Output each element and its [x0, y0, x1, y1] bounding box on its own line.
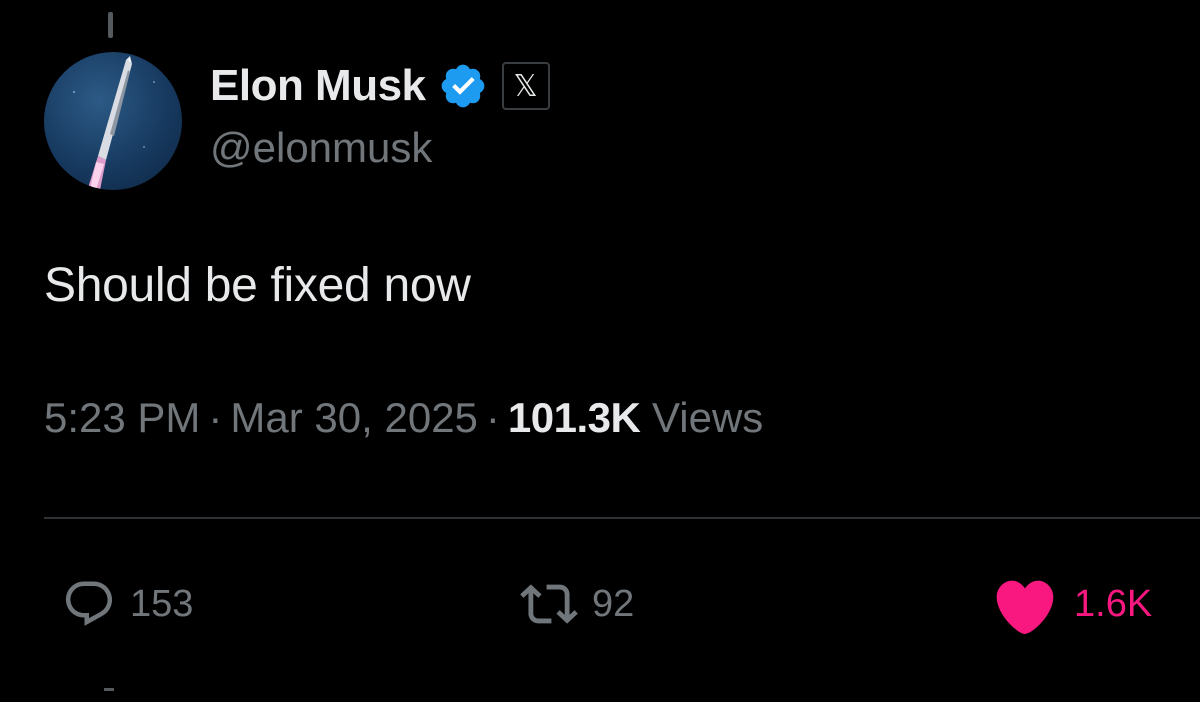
views-label: Views — [652, 394, 764, 441]
tweet-text: Should be fixed now — [44, 259, 471, 312]
name-row: Elon Musk 𝕏 — [210, 58, 550, 114]
like-count: 1.6K — [1074, 582, 1153, 625]
like-button[interactable]: 1.6K — [990, 574, 1152, 634]
reply-button[interactable]: 153 — [62, 574, 193, 634]
retweet-count: 92 — [592, 582, 635, 625]
meta-separator: · — [485, 394, 500, 441]
x-affiliate-badge-icon[interactable]: 𝕏 — [501, 62, 550, 110]
tweet-date[interactable]: Mar 30, 2025 — [230, 394, 478, 441]
retweet-icon — [520, 584, 578, 624]
thread-connector-line — [108, 12, 113, 38]
reply-count: 153 — [130, 582, 194, 625]
retweet-button[interactable]: 92 — [520, 574, 634, 634]
reply-icon — [65, 581, 113, 626]
username-handle[interactable]: @elonmusk — [210, 124, 550, 172]
tweet-metadata: 5:23 PM · Mar 30, 2025 · 101.3K Views — [44, 394, 763, 442]
tweet-time[interactable]: 5:23 PM — [44, 394, 200, 441]
meta-separator: · — [208, 394, 223, 441]
rocket-avatar-image — [73, 56, 155, 190]
tweet-header: Elon Musk 𝕏 @elonmusk — [210, 58, 550, 172]
divider — [44, 517, 1200, 519]
bottom-edge-mark — [104, 688, 114, 691]
verified-badge-icon[interactable] — [438, 61, 488, 111]
display-name[interactable]: Elon Musk — [210, 61, 426, 111]
avatar[interactable] — [44, 52, 182, 190]
views-count[interactable]: 101.3K — [508, 394, 641, 441]
heart-icon — [996, 580, 1054, 634]
